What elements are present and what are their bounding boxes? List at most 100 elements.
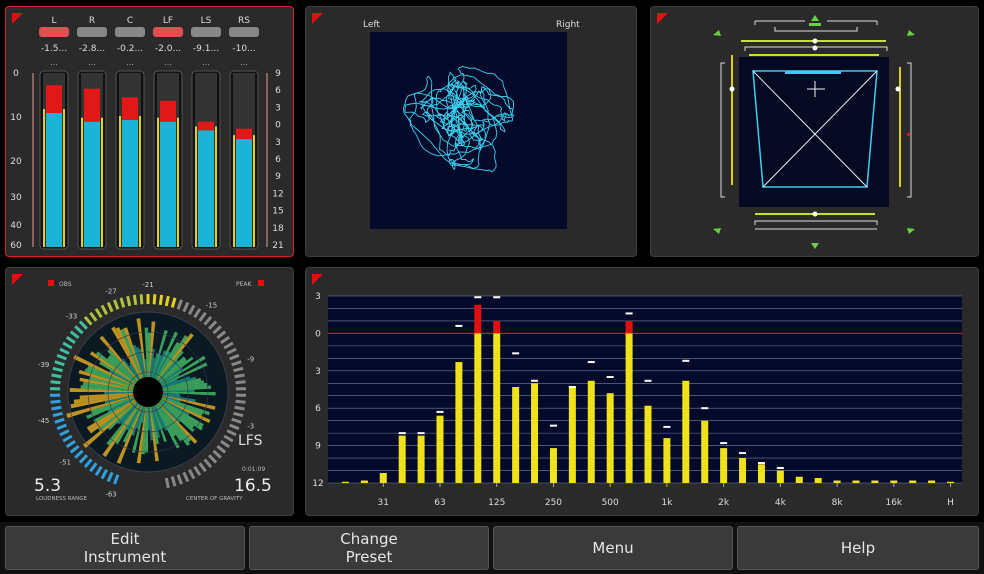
meter-channel-lf[interactable]: LF -2.0......: [153, 16, 183, 250]
meter-channel-c[interactable]: C -0.2......: [115, 16, 145, 250]
loudness-range-label: LOUDNESS RANGE: [36, 496, 88, 502]
spectrum-x-label: 500: [602, 498, 619, 508]
loudness-ring-tick: [203, 315, 213, 326]
loudness-ring-tick: [50, 399, 61, 404]
loudness-ring-tick: [89, 311, 98, 322]
loudness-ring-tick: [229, 423, 240, 431]
loudness-time: 0:01:09: [242, 466, 265, 473]
spectrum-band: [360, 480, 368, 483]
spectrum-bar: [436, 415, 444, 483]
spectrum-band: [890, 480, 898, 483]
spectrum-bar: [701, 420, 709, 483]
right-scale-tick: 21: [272, 241, 283, 251]
change-preset-button[interactable]: Change Preset: [249, 526, 489, 570]
spectrum-analyzer-panel[interactable]: 3 0 3 6 9 12 31 63 125 250 500 1k 2k 4k 8k 16k H: [305, 267, 979, 516]
spectrum-bar: [720, 448, 728, 483]
menu-button[interactable]: Menu: [493, 526, 733, 570]
loudness-radar: [66, 311, 229, 473]
spectrum-bar: [814, 478, 822, 483]
help-button[interactable]: Help: [737, 526, 979, 570]
surround-sound-panel[interactable]: [650, 6, 979, 257]
spectrum-bar: [833, 480, 841, 483]
spectrum-peak-hold: [682, 359, 690, 362]
left-scale-tick: 40: [10, 221, 22, 231]
speaker-icon-right-surround: [907, 228, 915, 234]
spectrum-bar: [644, 405, 652, 483]
loudness-ring-tick: [113, 474, 120, 485]
channel-peak-value: ...: [88, 58, 96, 67]
loudness-ring-tick: [235, 399, 246, 404]
loudness-scale-label: -51: [60, 458, 71, 466]
loudness-ring-tick: [89, 462, 98, 473]
spectrum-band: [814, 478, 822, 483]
loudness-ring-tick: [83, 315, 93, 326]
loudness-ring-tick: [62, 434, 73, 443]
spectrum-band: [625, 312, 633, 483]
spectrum-x-label: 63: [434, 498, 445, 508]
meter-channel-r[interactable]: R -2.8......: [77, 16, 107, 250]
loudness-ring-tick: [51, 405, 62, 411]
loudness-ring-tick: [220, 335, 231, 345]
rear-scale: [754, 220, 878, 225]
spectrum-band: [852, 480, 860, 483]
spectrum-bar: [549, 448, 557, 483]
spectrum-peak-hold: [606, 376, 614, 379]
loudness-ring-tick: [164, 295, 170, 307]
loudness-ring-tick: [226, 347, 237, 355]
spectrum-peak-hold: [398, 432, 406, 435]
left-scale-tick: 30: [10, 193, 22, 203]
channel-peak-bar: [160, 100, 176, 122]
loudness-ring-tick: [69, 444, 80, 454]
spectrum-bar: [909, 480, 917, 483]
edit-instrument-button[interactable]: Edit Instrument: [5, 526, 245, 570]
loudness-ring-tick: [193, 465, 202, 476]
spectrum-bar-over: [493, 320, 501, 334]
loudness-ring-tick: [139, 294, 144, 305]
spectrum-peak-hold: [568, 386, 576, 389]
channel-rms-marker: [63, 109, 65, 248]
loudness-ring-tick: [182, 471, 190, 483]
vectorscope-panel[interactable]: Left Right: [305, 6, 637, 257]
loudness-ring-tick: [74, 449, 84, 459]
loudness-ring-tick: [51, 373, 62, 379]
channel-label: RS: [238, 16, 250, 26]
channel-peak-value: ...: [164, 58, 172, 67]
channel-level-value: -2.8...: [79, 44, 105, 54]
channel-level-bar: [160, 121, 176, 247]
level-meter-panel[interactable]: 0 10 20 30 40 60 9 6 3 0 3 6 9 12 15 18 21 L -1.5...... R -2…: [5, 6, 294, 257]
loudness-scale-label: -3: [247, 422, 254, 430]
speaker-icon-rear: [811, 243, 819, 249]
channel-over-indicator: [77, 27, 107, 37]
spectrum-y-tick: 0: [315, 329, 321, 339]
spectrum-bar: [587, 380, 595, 483]
spectrum-bar: [871, 480, 879, 483]
loudness-ring-tick: [182, 301, 190, 313]
loudness-ring-tick: [54, 417, 65, 424]
spectrum-peak-hold: [739, 452, 747, 455]
channel-rms-marker: [157, 117, 159, 247]
spectrum-bar: [739, 458, 747, 483]
meter-channel-l[interactable]: L -1.5......: [39, 16, 69, 250]
channel-rms-marker: [253, 135, 255, 247]
channel-peak-value: ...: [126, 58, 134, 67]
spectrum-bar: [531, 383, 539, 483]
loudness-ring-tick: [132, 294, 138, 306]
spectrum-peak-hold: [757, 462, 765, 465]
spectrum-y-tick: 12: [312, 479, 323, 489]
spectrum-band: [720, 442, 728, 483]
meter-channel-rs[interactable]: RS -10......: [229, 16, 259, 250]
channel-rms-marker: [81, 117, 83, 247]
channel-over-indicator: [153, 27, 183, 37]
spectrum-band: [379, 473, 387, 483]
spectrum-peak-hold: [512, 352, 520, 355]
spectrum-bar: [493, 333, 501, 483]
loudness-ring-tick: [187, 468, 196, 480]
left-side-bar: [731, 55, 733, 185]
channel-level-bar: [84, 121, 100, 247]
meter-channel-ls[interactable]: LS -9.1......: [191, 16, 221, 250]
channel-level-value: -1.5...: [41, 44, 67, 54]
loudness-panel[interactable]: OBS PEAK -21 -15 -9 -3 -63 -51 -45 -39 -33 -27 LF…: [5, 267, 294, 516]
spectrum-x-label: 1k: [661, 498, 673, 508]
loudness-ring-tick: [203, 458, 213, 469]
spectrum-y-tick: 3: [315, 292, 321, 302]
